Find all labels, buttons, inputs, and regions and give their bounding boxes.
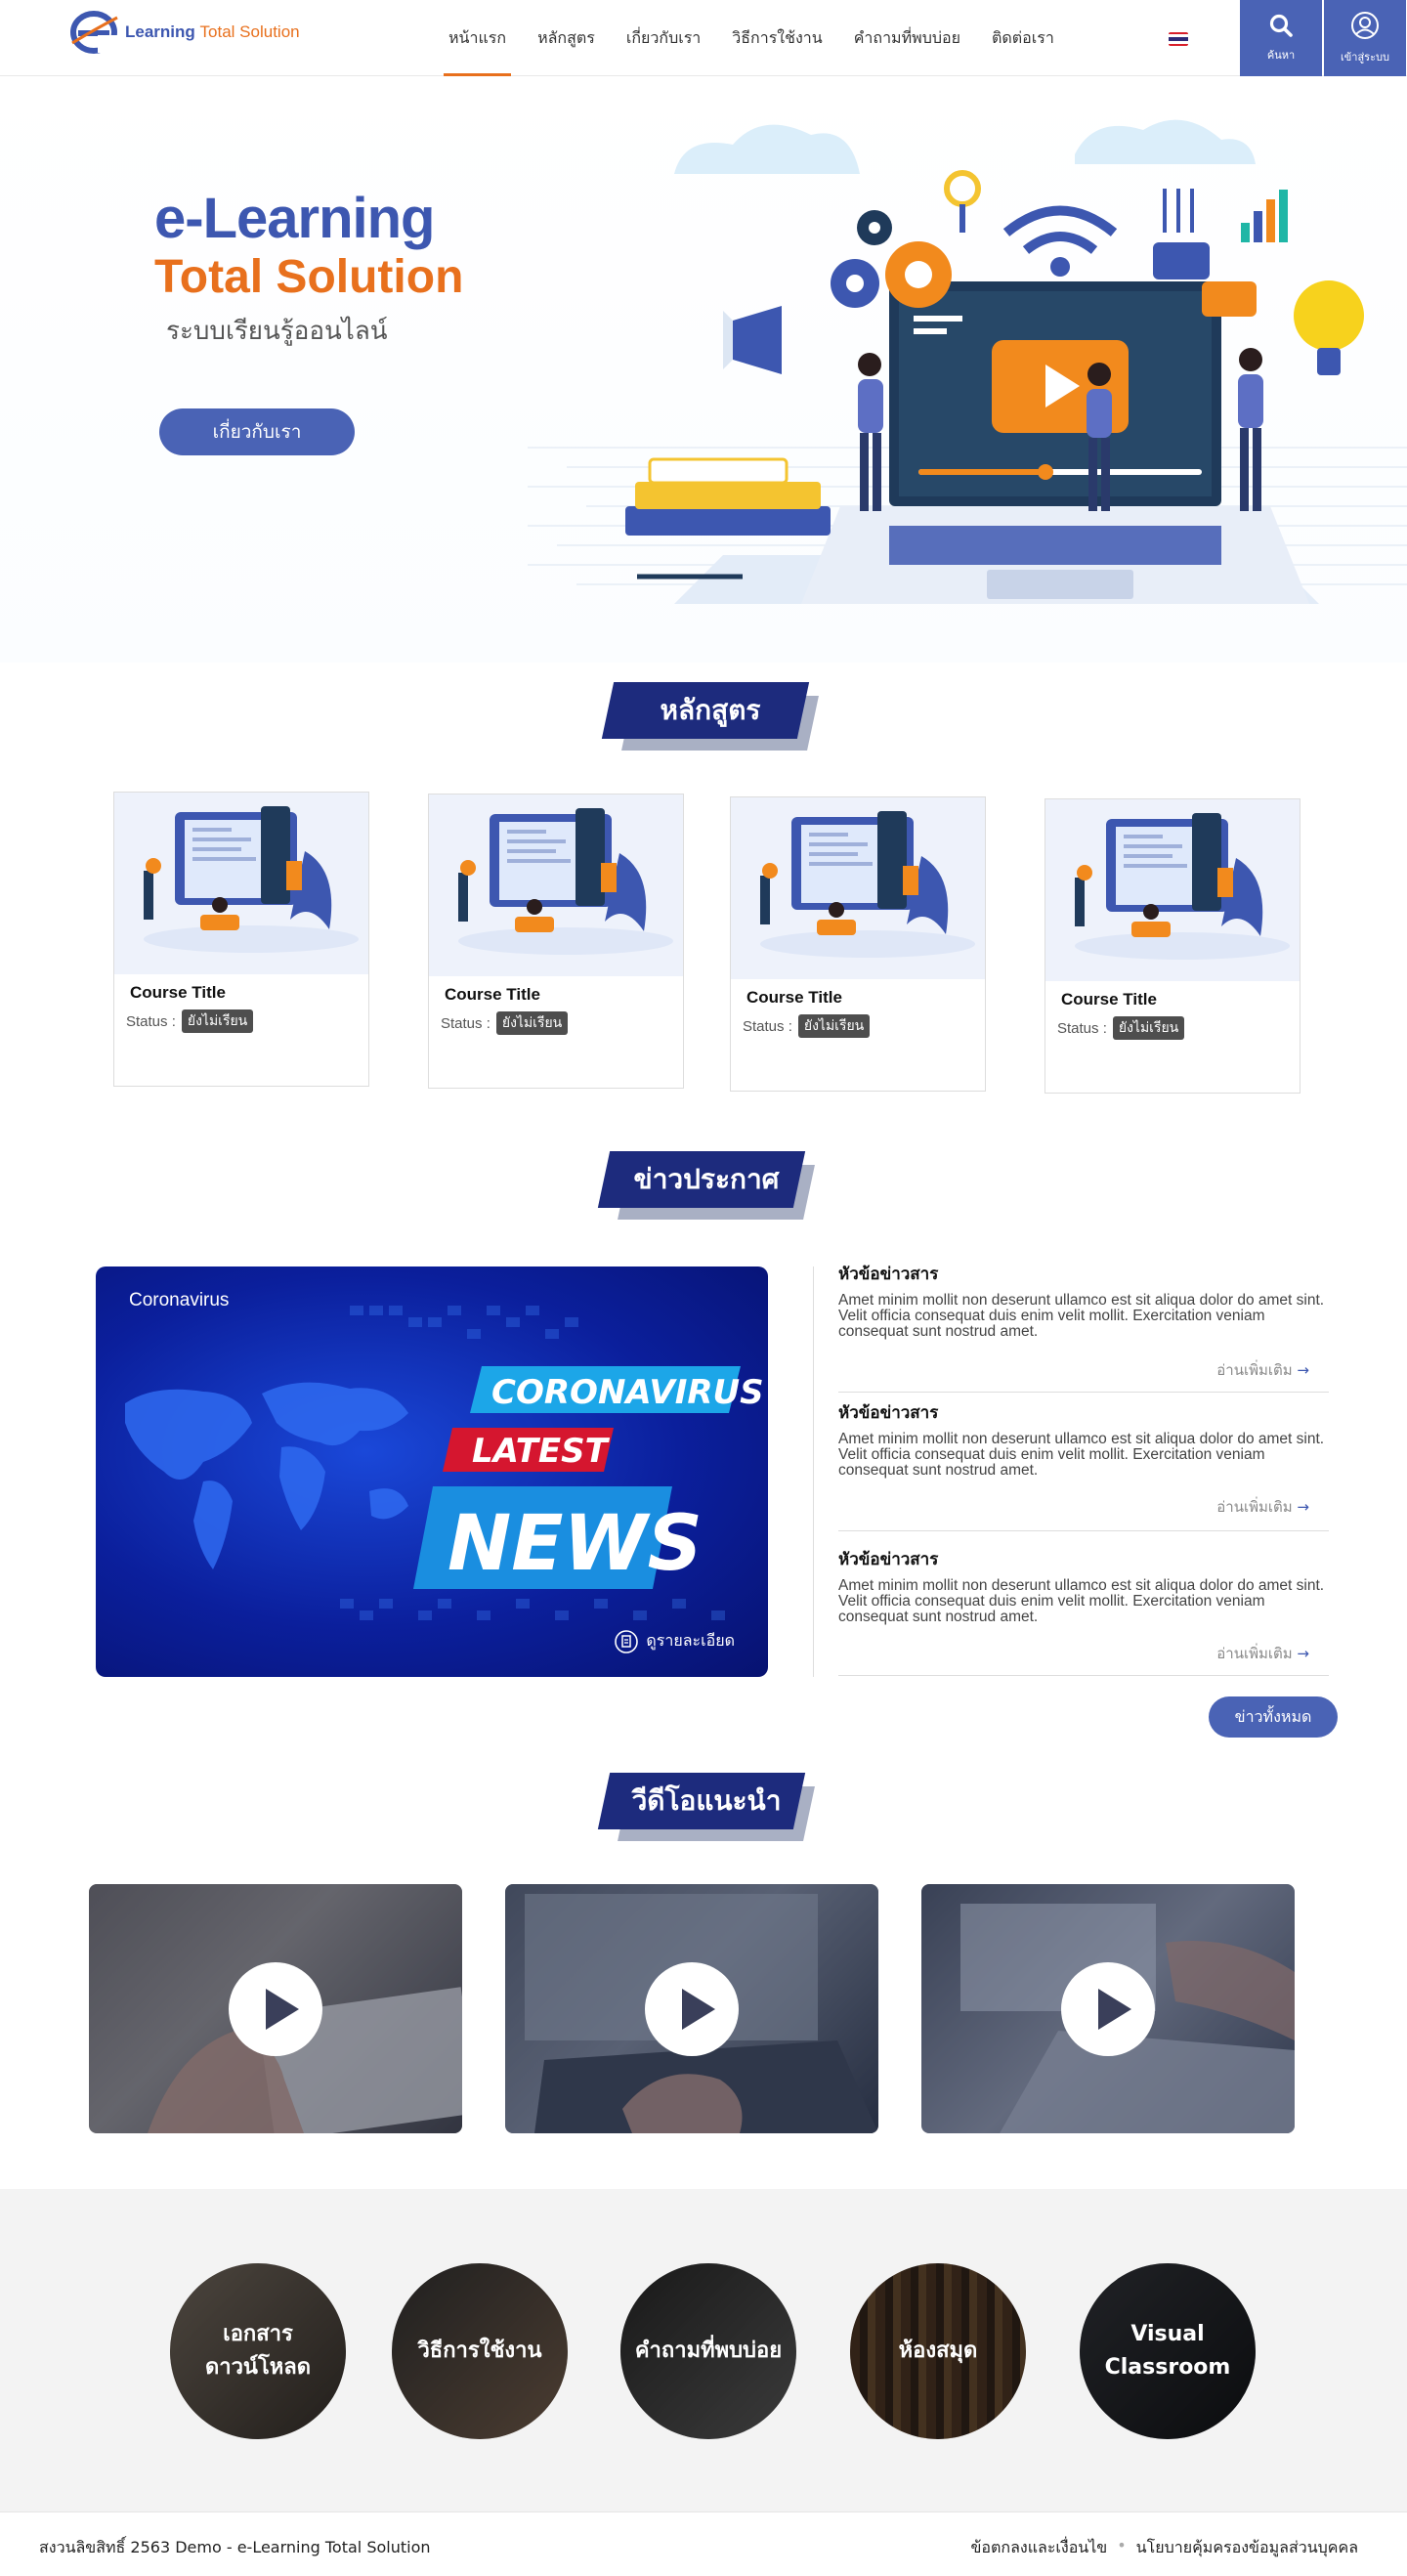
hero-banner: e-Learning Total Solution ระบบเรียนรู้ออ… <box>0 76 1407 663</box>
terms-link[interactable]: ข้อตกลงและเงื่อนไข <box>970 2536 1107 2560</box>
quick-link-visual-classroom[interactable]: Visual Classroom <box>1080 2263 1256 2439</box>
video-card[interactable] <box>505 1884 878 2133</box>
arrow-right-icon: → <box>1297 1498 1309 1516</box>
arrow-right-icon: → <box>1297 1361 1309 1379</box>
courses-section-title: หลักสูตร <box>601 682 823 751</box>
nav-home[interactable]: หน้าแรก <box>438 0 517 76</box>
course-status: Status : ยังไม่เรียน <box>126 1009 254 1033</box>
quick-link-how-to[interactable]: วิธีการใช้งาน <box>392 2263 568 2439</box>
quick-link-documents[interactable]: เอกสาร ดาวน์โหลด <box>170 2263 346 2439</box>
news-category: Coronavirus <box>129 1290 230 1310</box>
separator-dot: • <box>1117 2536 1127 2555</box>
news-divider <box>813 1267 814 1677</box>
hero-title: e-Learning <box>154 187 435 250</box>
play-icon[interactable] <box>645 1961 739 2056</box>
site-header: Learning Total Solution หน้าแรก หลักสูตร… <box>0 0 1407 76</box>
copyright-text: สงวนลิขสิทธิ์ 2563 Demo - e-Learning Tot… <box>39 2538 431 2556</box>
course-thumbnail <box>114 793 368 974</box>
all-news-button[interactable]: ข่าวทั้งหมด <box>1209 1696 1338 1738</box>
main-nav: หน้าแรก หลักสูตร เกี่ยวกับเรา วิธีการใช้… <box>438 0 1075 76</box>
quick-link-library[interactable]: ห้องสมุด <box>850 2263 1026 2439</box>
hero-subtitle: ระบบเรียนรู้ออนไลน์ <box>166 317 388 346</box>
status-badge: ยังไม่เรียน <box>1112 1016 1185 1040</box>
hero-title-accent: Total Solution <box>154 251 464 303</box>
video-card[interactable] <box>89 1884 462 2133</box>
view-detail-link[interactable]: ดูรายละเอียด <box>615 1629 735 1653</box>
logo-text: Learning Total Solution <box>125 22 300 41</box>
course-card[interactable]: Course Title Status : ยังไม่เรียน <box>113 792 369 1087</box>
news-list-item[interactable]: หัวข้อข่าวสาร Amet minim mollit non dese… <box>838 1261 1329 1394</box>
nav-faq[interactable]: คำถามที่พบบ่อย <box>843 0 971 76</box>
video-card[interactable] <box>921 1884 1295 2133</box>
search-button[interactable]: ค้นหา <box>1240 0 1322 76</box>
site-logo[interactable]: Learning Total Solution <box>70 10 300 55</box>
course-status: Status : ยังไม่เรียน <box>441 1011 569 1035</box>
search-label: ค้นหา <box>1266 49 1296 62</box>
about-us-button[interactable]: เกี่ยวกับเรา <box>159 408 355 455</box>
read-more-link[interactable]: อ่านเพิ่มเติม → <box>1216 1358 1309 1382</box>
user-circle-icon <box>1351 12 1379 39</box>
banner-news-text: NEWS <box>448 1500 703 1588</box>
course-status: Status : ยังไม่เรียน <box>743 1014 871 1038</box>
status-badge: ยังไม่เรียน <box>495 1011 569 1035</box>
read-more-link[interactable]: อ่านเพิ่มเติม → <box>1216 1642 1309 1665</box>
course-title: Course Title <box>445 985 540 1004</box>
nav-about[interactable]: เกี่ยวกับเรา <box>616 0 711 76</box>
status-badge: ยังไม่เรียน <box>797 1014 871 1038</box>
footer-links: ข้อตกลงและเงื่อนไข • นโยบายคุ้มครองข้อมู… <box>970 2536 1358 2560</box>
nav-courses[interactable]: หลักสูตร <box>527 0 606 76</box>
play-icon[interactable] <box>1061 1961 1155 2056</box>
document-icon <box>615 1629 639 1653</box>
thailand-flag-icon[interactable] <box>1169 32 1188 46</box>
course-thumbnail <box>731 797 985 979</box>
nav-contact[interactable]: ติดต่อเรา <box>981 0 1065 76</box>
news-heading: หัวข้อข่าวสาร <box>838 1265 939 1284</box>
arrow-right-icon: → <box>1297 1645 1309 1662</box>
status-badge: ยังไม่เรียน <box>181 1009 254 1033</box>
news-list-item[interactable]: หัวข้อข่าวสาร Amet minim mollit non dese… <box>838 1399 1329 1532</box>
course-card[interactable]: Course Title Status : ยังไม่เรียน <box>730 796 986 1092</box>
course-thumbnail <box>429 794 683 976</box>
site-footer: สงวนลิขสิทธิ์ 2563 Demo - e-Learning Tot… <box>0 2512 1407 2576</box>
nav-how-to[interactable]: วิธีการใช้งาน <box>721 0 832 76</box>
quick-link-faq[interactable]: คำถามที่พบบ่อย <box>620 2263 796 2439</box>
news-body: Amet minim mollit non deserunt ullamco e… <box>838 1577 1325 1625</box>
video-section-title: วีดีโอแนะนำ <box>597 1773 819 1841</box>
banner-latest-text: LATEST <box>472 1432 611 1471</box>
login-button[interactable]: เข้าสู่ระบบ <box>1324 0 1406 76</box>
login-label: เข้าสู่ระบบ <box>1341 51 1389 64</box>
news-body: Amet minim mollit non deserunt ullamco e… <box>838 1431 1325 1479</box>
course-card[interactable]: Course Title Status : ยังไม่เรียน <box>428 794 684 1089</box>
e-logo-icon <box>70 11 119 54</box>
news-heading: หัวข้อข่าวสาร <box>838 1550 939 1569</box>
course-status: Status : ยังไม่เรียน <box>1057 1016 1185 1040</box>
news-body: Amet minim mollit non deserunt ullamco e… <box>838 1292 1325 1340</box>
featured-news-card[interactable]: CORONAVIRUS LATEST NEWS Coronavirus ดูรา… <box>96 1267 768 1677</box>
course-title: Course Title <box>130 983 226 1002</box>
news-section-title: ข่าวประกาศ <box>597 1151 819 1220</box>
banner-coronavirus-text: CORONAVIRUS <box>491 1373 764 1412</box>
course-card[interactable]: Course Title Status : ยังไม่เรียน <box>1045 798 1300 1094</box>
quick-links-section: เอกสาร ดาวน์โหลด วิธีการใช้งาน คำถามที่พ… <box>0 2189 1407 2512</box>
play-icon[interactable] <box>229 1961 322 2056</box>
course-title: Course Title <box>1061 990 1157 1009</box>
news-heading: หัวข้อข่าวสาร <box>838 1403 939 1423</box>
course-thumbnail <box>1045 799 1300 981</box>
hero-illustration <box>528 119 1407 604</box>
news-banner-graphic: CORONAVIRUS LATEST NEWS <box>125 1306 764 1620</box>
search-icon <box>1269 14 1293 37</box>
news-list-item[interactable]: หัวข้อข่าวสาร Amet minim mollit non dese… <box>838 1546 1329 1679</box>
privacy-policy-link[interactable]: นโยบายคุ้มครองข้อมูลส่วนบุคคล <box>1136 2536 1358 2560</box>
course-title: Course Title <box>746 988 842 1007</box>
read-more-link[interactable]: อ่านเพิ่มเติม → <box>1216 1495 1309 1519</box>
